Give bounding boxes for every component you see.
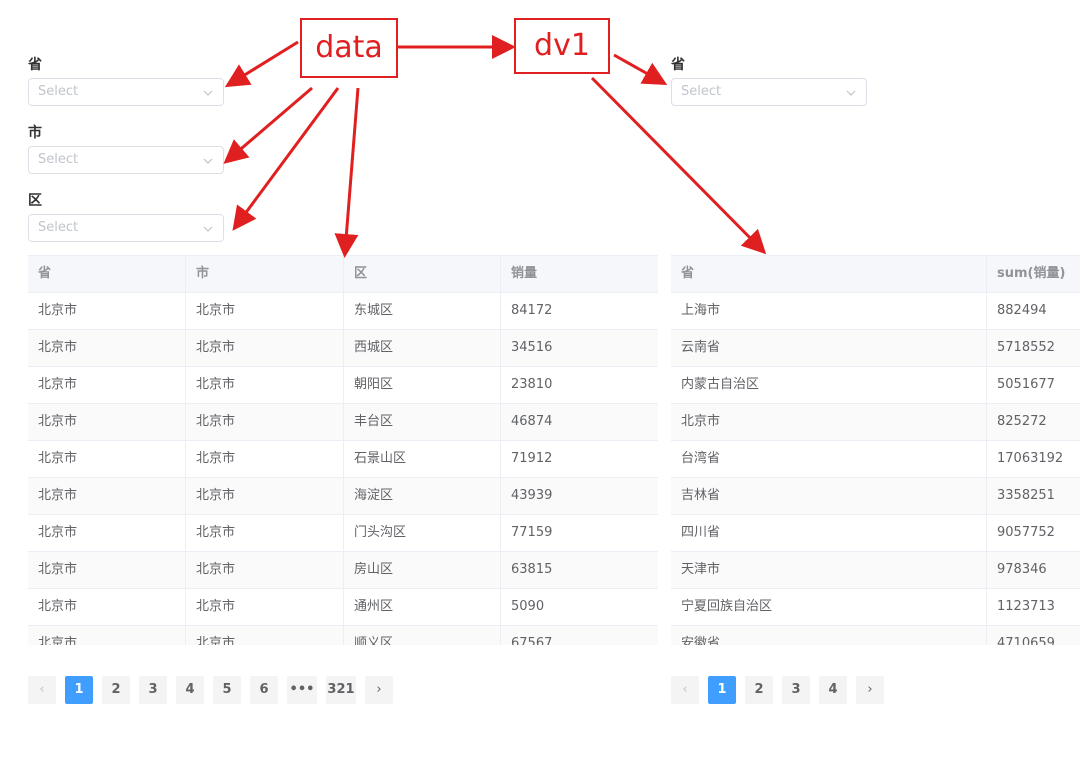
annotation-arrows bbox=[223, 35, 767, 258]
arrow-data-to-province bbox=[224, 40, 299, 88]
arrow-data-to-city bbox=[223, 86, 313, 164]
data-annotation-box: data bbox=[300, 18, 398, 78]
dv1-annotation-box: dv1 bbox=[514, 18, 610, 74]
arrow-dv1-to-table bbox=[590, 76, 767, 255]
arrow-data-to-table bbox=[334, 87, 360, 258]
arrow-dv1-to-select bbox=[613, 53, 668, 85]
